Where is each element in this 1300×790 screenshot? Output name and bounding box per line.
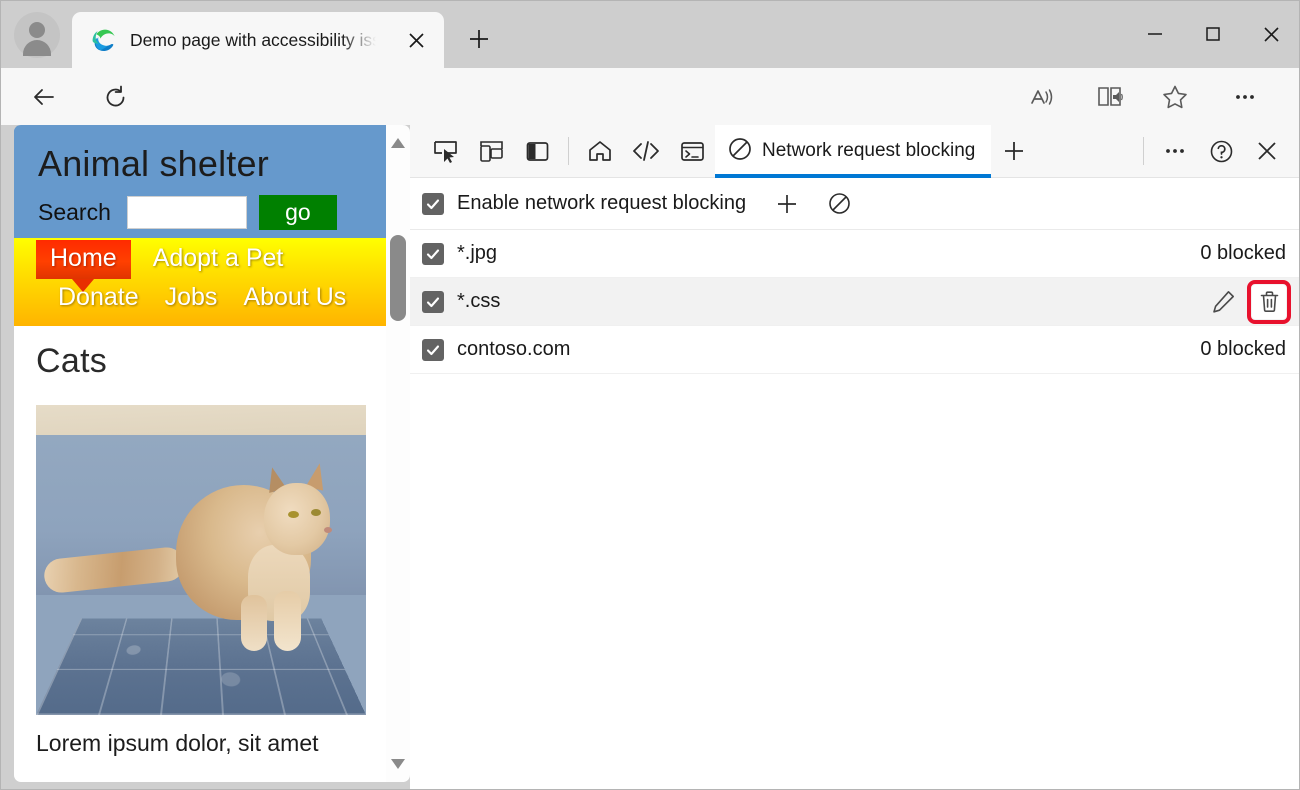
inspect-element-icon[interactable] (422, 129, 468, 174)
pencil-icon[interactable] (1206, 285, 1240, 319)
page-heading-cats: Cats (36, 342, 108, 380)
refresh-button[interactable] (96, 78, 134, 116)
search-label: Search (38, 199, 111, 225)
toolbar-divider-right (1143, 137, 1144, 165)
help-icon[interactable] (1198, 129, 1244, 174)
close-devtools-icon[interactable] (1244, 129, 1290, 174)
row-actions (1206, 279, 1291, 324)
browser-tab[interactable]: Demo page with accessibility issues (72, 12, 444, 68)
pattern-text: *.css (457, 290, 501, 312)
cat-leg-right (274, 591, 301, 651)
cat-eye-right (311, 509, 321, 516)
block-circle-icon (727, 136, 753, 167)
devtools-toolbar: Network request blocking (410, 124, 1300, 178)
tab-label: Network request blocking (762, 140, 976, 161)
pattern-checkbox[interactable] (422, 290, 444, 313)
photo-tiles (36, 618, 366, 715)
site-title: Animal shelter (38, 143, 269, 184)
nav-link-about-us[interactable]: About Us (243, 283, 346, 312)
cat-head (264, 483, 330, 555)
table-row[interactable]: *.jpg 0 blocked (410, 230, 1300, 278)
maximize-button[interactable] (1184, 0, 1242, 68)
tab-active-underline (715, 173, 992, 178)
pattern-text: contoso.com (457, 338, 571, 360)
browser-window: Demo page with accessibility issues (0, 0, 1300, 790)
table-row[interactable]: contoso.com 0 blocked (410, 326, 1300, 374)
avatar-body-icon (23, 40, 51, 56)
star-icon[interactable] (1156, 78, 1194, 116)
page-caption: Lorem ipsum dolor, sit amet (36, 730, 319, 756)
ginger-cat-photo (36, 405, 366, 715)
edge-logo-icon (90, 27, 116, 53)
home-icon[interactable] (577, 129, 623, 174)
nav-row-primary: Home Adopt a Pet (14, 240, 404, 292)
tab-network-request-blocking[interactable]: Network request blocking (715, 124, 992, 178)
pattern-checkbox[interactable] (422, 242, 444, 265)
blocked-count: 0 blocked (1200, 338, 1286, 360)
toolbar-divider (568, 137, 569, 165)
title-bar: Demo page with accessibility issues (0, 0, 1300, 68)
site-search-row: Search go (38, 195, 404, 230)
nav-link-donate[interactable]: Donate (58, 283, 139, 312)
enable-blocking-checkbox[interactable] (422, 192, 444, 215)
enable-blocking-row: Enable network request blocking (410, 178, 1300, 230)
pattern-checkbox[interactable] (422, 338, 444, 361)
minimize-button[interactable] (1126, 0, 1184, 68)
page-content: Cats Lorem ipsum dolor, sit amet (14, 326, 404, 757)
add-panel-button[interactable] (991, 129, 1037, 174)
browser-settings-button[interactable] (1226, 78, 1264, 116)
close-window-button[interactable] (1242, 0, 1300, 68)
devtools-toolbar-right (1135, 129, 1300, 174)
cat-eye-left (288, 511, 299, 518)
tab-title: Demo page with accessibility issues (130, 29, 376, 50)
nav-link-adopt-a-pet[interactable]: Adopt a Pet (153, 244, 284, 273)
scrollbar-thumb[interactable] (390, 235, 406, 321)
scroll-up-arrow-icon[interactable] (391, 138, 405, 148)
search-go-button[interactable]: go (258, 195, 337, 230)
devtools-panel: Network request blocking Enable network … (410, 124, 1300, 790)
avatar[interactable] (14, 12, 60, 58)
nav-link-home[interactable]: Home (36, 240, 131, 292)
scroll-down-arrow-icon[interactable] (391, 759, 405, 769)
blocked-count: 0 blocked (1200, 242, 1286, 264)
cat-leg-left (241, 595, 267, 651)
site-nav: Home Adopt a Pet Donate Jobs About Us (14, 238, 404, 326)
tab-close-icon[interactable] (404, 28, 428, 52)
window-controls (1126, 0, 1300, 68)
blocking-header-actions (764, 181, 862, 226)
enable-blocking-label: Enable network request blocking (457, 192, 747, 214)
back-button[interactable] (26, 78, 64, 116)
new-tab-button[interactable] (462, 22, 496, 56)
elements-icon[interactable] (623, 129, 669, 174)
page-scrollbar[interactable] (386, 125, 410, 782)
device-emulation-icon[interactable] (468, 129, 514, 174)
read-aloud-icon[interactable] (1022, 78, 1060, 116)
avatar-head-icon (29, 22, 45, 38)
more-tools-icon[interactable] (1152, 129, 1198, 174)
add-pattern-button[interactable] (764, 181, 810, 226)
console-icon[interactable] (669, 129, 715, 174)
nav-link-jobs[interactable]: Jobs (165, 283, 218, 312)
browser-toolbar: https://microsoftedge.github.io/Demos/de… (0, 68, 1300, 185)
web-page-pane: Animal shelter Search go Home Adopt a Pe… (14, 125, 404, 782)
trash-icon[interactable] (1247, 279, 1291, 324)
table-row[interactable]: *.css (410, 278, 1300, 326)
dock-side-icon[interactable] (514, 129, 560, 174)
search-input[interactable] (126, 196, 247, 229)
pattern-text: *.jpg (457, 242, 498, 264)
cat-nose (324, 527, 332, 533)
immersive-reader-icon[interactable] (1092, 78, 1130, 116)
remove-all-patterns-button[interactable] (816, 181, 862, 226)
site-header: Animal shelter Search go (14, 125, 404, 238)
